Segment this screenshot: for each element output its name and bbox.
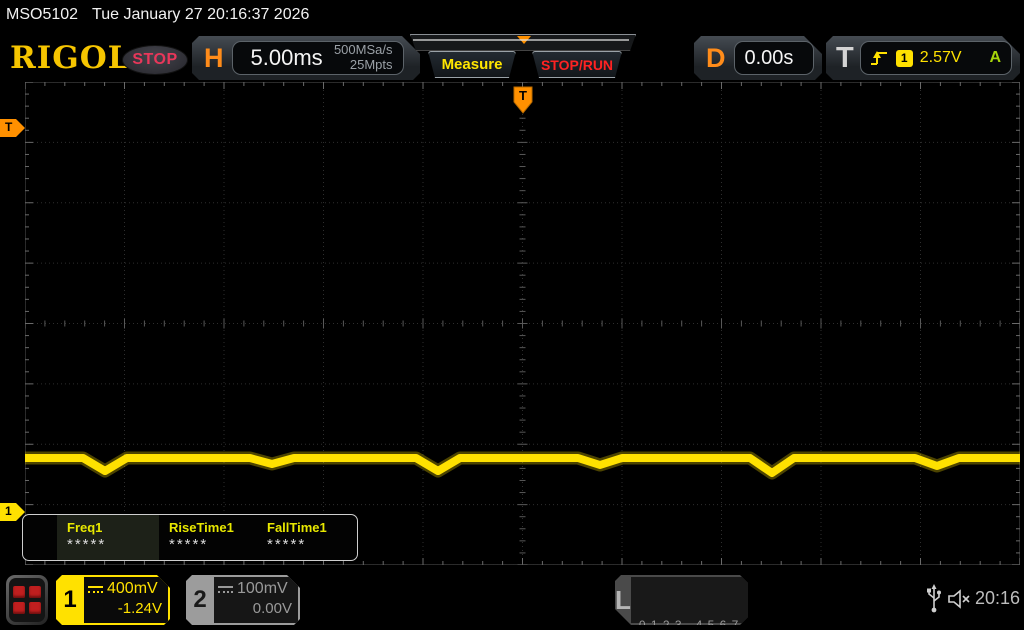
trigger-level-marker[interactable]: T <box>0 119 26 137</box>
waveform-overview-icon <box>411 35 635 50</box>
status-line: MSO5102 Tue January 27 20:16:37 2026 <box>6 6 309 24</box>
stop-run-button[interactable]: STOP/RUN <box>532 51 622 78</box>
trigger-rising-edge-icon <box>869 49 889 67</box>
waveform-display-area <box>25 82 1020 565</box>
trigger-position-marker-label: T <box>519 88 527 103</box>
dc-coupling-icon <box>218 586 233 593</box>
measurement-value: ***** <box>67 536 107 553</box>
channel1-values: 400mV -1.24V <box>84 577 168 623</box>
trigger-source-badge: 1 <box>896 50 913 67</box>
measure-button[interactable]: Measure <box>428 51 516 78</box>
sample-rate-value: 500MSa/s <box>333 42 393 58</box>
trigger-position-marker[interactable]: T <box>513 86 533 114</box>
measurement-empty-cell <box>23 515 57 560</box>
dc-coupling-icon <box>88 586 103 593</box>
grid-ticks <box>25 82 1020 565</box>
logic-row-1: 0 1 2 3 4 5 6 7 <box>638 617 740 630</box>
channel2-scale: 100mV <box>237 580 288 597</box>
channel1-ground-marker-label: 1 <box>5 504 12 518</box>
measure-button-label: Measure <box>441 56 503 73</box>
clock-text: 20:16 <box>975 588 1021 608</box>
oscilloscope-screen: MSO5102 Tue January 27 20:16:37 2026 RIGO… <box>0 0 1024 630</box>
channel1-offset: -1.24V <box>117 600 162 617</box>
delay-settings-button[interactable]: D 0.00s <box>694 36 822 80</box>
horizontal-pill: 5.00ms 500MSa/s 25Mpts <box>232 41 404 75</box>
channel1-number: 1 <box>63 586 77 613</box>
channel1-status-button[interactable]: 1 400mV -1.24V <box>56 575 170 625</box>
channel2-status-button[interactable]: 2 100mV 0.00V <box>186 575 300 625</box>
trigger-mode-auto: A <box>989 49 1001 66</box>
acquisition-status-text: STOP <box>132 51 178 68</box>
measurement-item-falltime1[interactable]: FallTime1 ***** <box>257 515 357 560</box>
channel2-offset: 0.00V <box>252 600 292 617</box>
measurement-label: Freq1 <box>67 520 103 535</box>
measurement-value: ***** <box>169 536 209 553</box>
channel1-scale: 400mV <box>107 580 158 597</box>
measurement-results-panel[interactable]: Freq1 ***** RiseTime1 ***** FallTime1 **… <box>22 514 358 561</box>
trigger-level-value: 2.57V <box>919 49 962 66</box>
model-name: MSO5102 <box>6 6 79 23</box>
trigger-settings-button[interactable]: T 1 2.57V A <box>826 36 1020 80</box>
trigger-label: T <box>836 41 854 74</box>
channel2-values: 100mV 0.00V <box>214 577 298 623</box>
sample-rate-block: 500MSa/s 25Mpts <box>334 43 395 73</box>
acquisition-status-badge: STOP <box>122 45 188 75</box>
memory-depth-value: 25Mpts <box>349 57 393 72</box>
delay-pill: 0.00s <box>734 41 815 75</box>
menu-grid-icon <box>9 578 45 622</box>
horizontal-position-indicator[interactable] <box>410 34 636 51</box>
delay-value: 0.00s <box>744 46 794 69</box>
channel2-number: 2 <box>193 586 207 613</box>
timebase-value: 5.00ms <box>250 45 323 70</box>
measurement-item-freq1[interactable]: Freq1 ***** <box>57 515 159 560</box>
horizontal-label: H <box>204 42 224 73</box>
brand-logo: RIGOL <box>10 40 131 76</box>
usb-icon <box>927 584 941 613</box>
logic-channels-button[interactable]: L 0 1 2 3 4 5 6 7 8 9 1011 12131415 <box>615 575 748 625</box>
horizontal-settings-button[interactable]: H 5.00ms 500MSa/s 25Mpts <box>192 36 420 80</box>
stop-run-button-label: STOP/RUN <box>540 56 614 73</box>
datetime-text: Tue January 27 20:16:37 2026 <box>92 6 310 23</box>
trigger-pill: 1 2.57V A <box>860 41 1012 75</box>
main-menu-button[interactable] <box>6 575 48 625</box>
speaker-muted-icon[interactable] <box>947 588 971 610</box>
logic-channel-list: 0 1 2 3 4 5 6 7 8 9 1011 12131415 <box>631 577 759 623</box>
measurement-label: RiseTime1 <box>169 520 234 535</box>
measurement-item-risetime1[interactable]: RiseTime1 ***** <box>159 515 257 560</box>
trigger-level-marker-label: T <box>5 120 13 134</box>
delay-label: D <box>706 42 726 73</box>
logic-label: L <box>615 584 631 615</box>
measurement-value: ***** <box>267 536 307 553</box>
measurement-label: FallTime1 <box>267 520 327 535</box>
